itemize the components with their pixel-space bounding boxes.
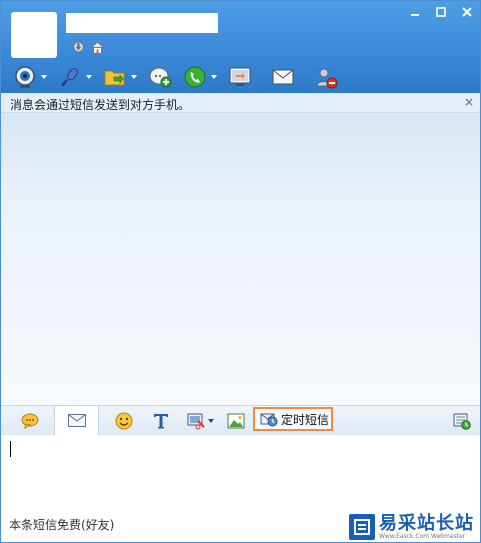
send-image-button[interactable]	[225, 411, 247, 431]
smiley-icon	[115, 412, 133, 430]
status-icons	[71, 40, 105, 55]
send-email-button[interactable]	[271, 64, 295, 90]
input-toolbar: 定时短信	[1, 405, 480, 436]
home-icon[interactable]	[90, 40, 105, 55]
window-header	[1, 1, 480, 93]
phone-icon	[184, 66, 206, 88]
screenshot-icon	[187, 413, 205, 430]
file-transfer-button[interactable]	[103, 64, 137, 90]
main-toolbar	[13, 64, 349, 90]
mobile-status-icon[interactable]	[71, 40, 86, 55]
notice-bar: 消息会通过短信发送到对方手机。 ×	[1, 93, 480, 113]
folder-transfer-icon	[104, 70, 125, 86]
chevron-down-icon	[86, 75, 92, 79]
maximize-button[interactable]	[428, 1, 454, 23]
minimize-button[interactable]	[402, 1, 428, 23]
sms-mode-tab[interactable]	[54, 405, 99, 435]
envelope-icon	[272, 69, 294, 85]
chevron-down-icon	[131, 75, 137, 79]
chevron-down-icon	[41, 75, 47, 79]
speech-bubble-icon	[21, 413, 39, 429]
emoticon-button[interactable]	[113, 411, 135, 431]
avatar[interactable]	[11, 12, 57, 58]
sms-chat-window: 消息会通过短信发送到对方手机。 × 定时短信 本条短信免费(好友) 易采站长站 …	[0, 0, 481, 543]
status-bar: 本条短信免费(好友) 易采站长站 Www.Easck.Com Webmaster	[1, 511, 480, 542]
watermark-title: 易采站长站	[379, 512, 474, 534]
watermark: 易采站长站 Www.Easck.Com Webmaster	[345, 511, 480, 542]
notice-close-icon[interactable]: ×	[464, 95, 474, 109]
block-contact-button[interactable]	[314, 64, 338, 90]
message-history[interactable]	[1, 113, 480, 405]
block-user-icon	[316, 68, 338, 89]
timed-sms-button[interactable]: 定时短信	[253, 407, 333, 431]
font-icon	[154, 414, 168, 429]
clock-envelope-icon	[260, 413, 278, 427]
minimize-icon	[411, 14, 419, 16]
close-icon	[462, 7, 472, 17]
message-input[interactable]	[1, 435, 480, 511]
maximize-icon	[436, 7, 446, 17]
remote-assistance-button[interactable]	[228, 64, 252, 90]
font-button[interactable]	[150, 411, 172, 431]
close-button[interactable]	[454, 1, 480, 23]
sms-cost-status: 本条短信免费(好友)	[9, 518, 115, 532]
phone-button[interactable]	[183, 64, 217, 90]
image-icon	[227, 413, 245, 429]
video-button[interactable]	[13, 64, 47, 90]
chevron-down-icon	[211, 75, 217, 79]
chevron-down-icon	[207, 419, 214, 423]
text-caret	[10, 441, 11, 457]
history-icon	[453, 413, 471, 430]
watermark-logo-icon	[349, 513, 375, 540]
microphone-icon	[61, 68, 78, 87]
message-history-button[interactable]	[451, 411, 473, 431]
timed-sms-label: 定时短信	[281, 412, 330, 427]
screen-share-icon	[229, 67, 251, 86]
chat-mode-tab[interactable]	[19, 411, 41, 431]
envelope-icon	[68, 414, 86, 427]
add-chat-icon	[149, 67, 172, 88]
notice-text: 消息会通过短信发送到对方手机。	[10, 98, 191, 112]
voice-button[interactable]	[58, 64, 92, 90]
window-controls	[402, 1, 480, 23]
contact-name-field[interactable]	[66, 13, 218, 33]
screenshot-button[interactable]	[185, 411, 215, 431]
webcam-icon	[15, 66, 35, 88]
watermark-subtitle: Www.Easck.Com Webmaster	[379, 532, 466, 540]
create-group-button[interactable]	[148, 64, 172, 90]
